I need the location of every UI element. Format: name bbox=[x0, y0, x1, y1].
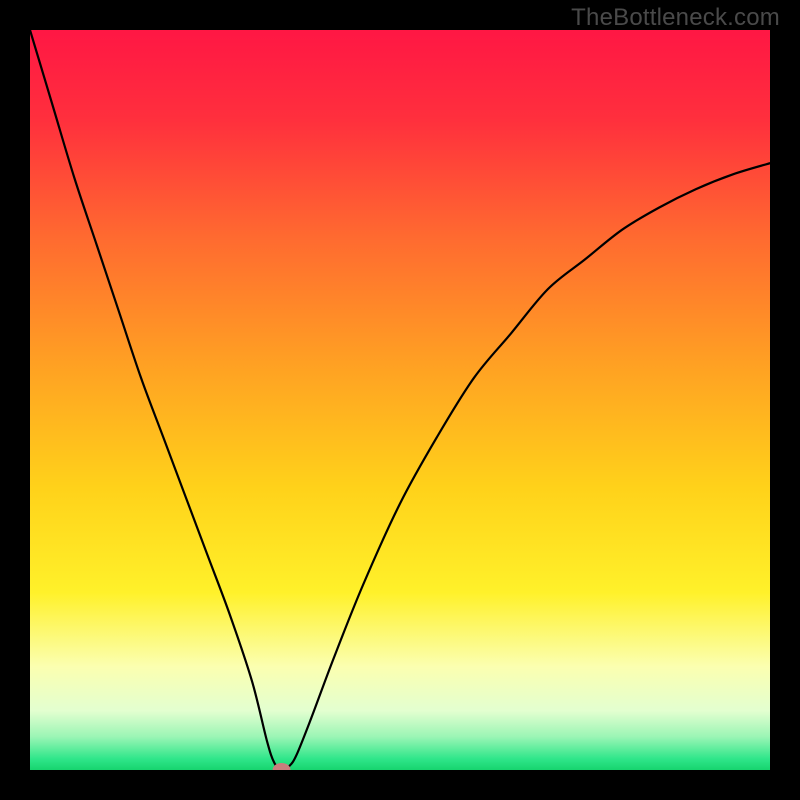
gradient-background bbox=[30, 30, 770, 770]
watermark-text: TheBottleneck.com bbox=[571, 4, 780, 32]
plot-area bbox=[30, 30, 770, 770]
chart-frame: TheBottleneck.com bbox=[0, 0, 800, 800]
bottleneck-chart bbox=[30, 30, 770, 770]
